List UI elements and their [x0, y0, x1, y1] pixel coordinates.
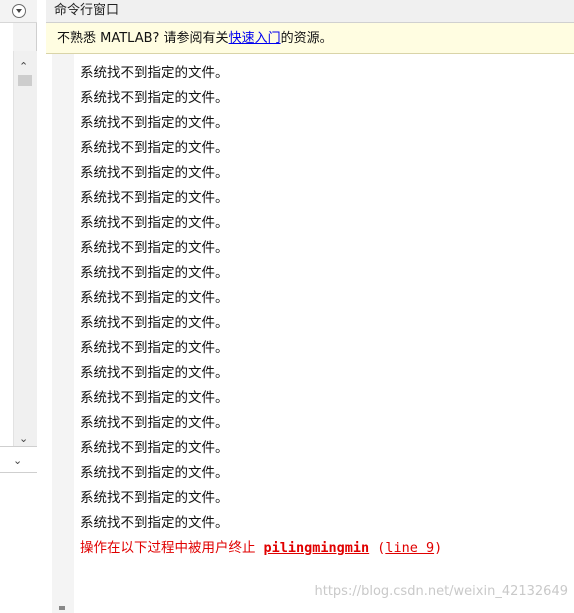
output-line: 系统找不到指定的文件。: [80, 190, 229, 206]
output-line: 系统找不到指定的文件。: [80, 115, 229, 131]
command-window-titlebar: 命令行窗口: [46, 0, 574, 23]
error-close-paren: ): [434, 540, 443, 556]
left-panel-dropdown[interactable]: ⌄: [0, 446, 37, 473]
notice-suffix: 的资源。: [280, 31, 333, 46]
output-line: 系统找不到指定的文件。: [80, 390, 229, 406]
chevron-up-icon[interactable]: ⌃: [19, 61, 28, 72]
output-line: 系统找不到指定的文件。: [80, 340, 229, 356]
error-function-link[interactable]: pilingmingmin: [264, 540, 370, 556]
command-window[interactable]: 命令行窗口 不熟悉 MATLAB? 请参阅有关快速入门的资源。 系统找不到指定的…: [46, 0, 574, 613]
left-panel-details: [0, 473, 37, 613]
left-panel-header: [0, 0, 37, 23]
output-line: 系统找不到指定的文件。: [80, 265, 229, 281]
collapse-circle-icon[interactable]: [12, 4, 26, 18]
left-panel-scrollbar[interactable]: ⌃ ⌄: [13, 51, 37, 446]
output-line: 系统找不到指定的文件。: [80, 365, 229, 381]
chevron-down-icon[interactable]: ⌄: [13, 454, 22, 467]
output-line: 系统找不到指定的文件。: [80, 290, 229, 306]
resize-grip-icon[interactable]: [59, 606, 65, 610]
output-line: 系统找不到指定的文件。: [80, 140, 229, 156]
output-line: 系统找不到指定的文件。: [80, 490, 229, 506]
quick-start-link[interactable]: 快速入门: [229, 31, 281, 46]
output-line: 系统找不到指定的文件。: [80, 215, 229, 231]
output-line: 系统找不到指定的文件。: [80, 165, 229, 181]
output-line: 系统找不到指定的文件。: [80, 240, 229, 256]
getting-started-notice: 不熟悉 MATLAB? 请参阅有关快速入门的资源。: [46, 23, 574, 54]
command-window-title: 命令行窗口: [54, 3, 120, 18]
command-window-gutter: [52, 54, 74, 613]
output-line: 系统找不到指定的文件。: [80, 440, 229, 456]
error-line: 操作在以下过程中被用户终止 pilingmingmin (line 9): [80, 536, 570, 561]
left-panel-list[interactable]: [0, 51, 13, 446]
command-output: 系统找不到指定的文件。 系统找不到指定的文件。 系统找不到指定的文件。 系统找不…: [80, 61, 570, 561]
watermark: https://blog.csdn.net/weixin_42132649: [314, 584, 568, 599]
output-line: 系统找不到指定的文件。: [80, 415, 229, 431]
notice-prefix: 不熟悉 MATLAB? 请参阅有关: [57, 31, 229, 46]
output-line: 系统找不到指定的文件。: [80, 315, 229, 331]
chevron-down-icon[interactable]: ⌄: [19, 433, 28, 444]
output-line: 系统找不到指定的文件。: [80, 90, 229, 106]
error-line-link[interactable]: line 9: [385, 540, 434, 556]
scrollbar-thumb[interactable]: [18, 75, 32, 86]
output-line: 系统找不到指定的文件。: [80, 465, 229, 481]
app-root: ⌃ ⌄ ⌄ 命令行窗口 不熟悉 MATLAB? 请参阅有关快速入门的资源。 系统…: [0, 0, 574, 613]
output-line: 系统找不到指定的文件。: [80, 515, 229, 531]
error-message: 操作在以下过程中被用户终止: [80, 540, 256, 556]
output-line: 系统找不到指定的文件。: [80, 65, 229, 81]
left-panel-field[interactable]: [0, 23, 13, 51]
left-panel: ⌃ ⌄ ⌄: [0, 0, 37, 613]
